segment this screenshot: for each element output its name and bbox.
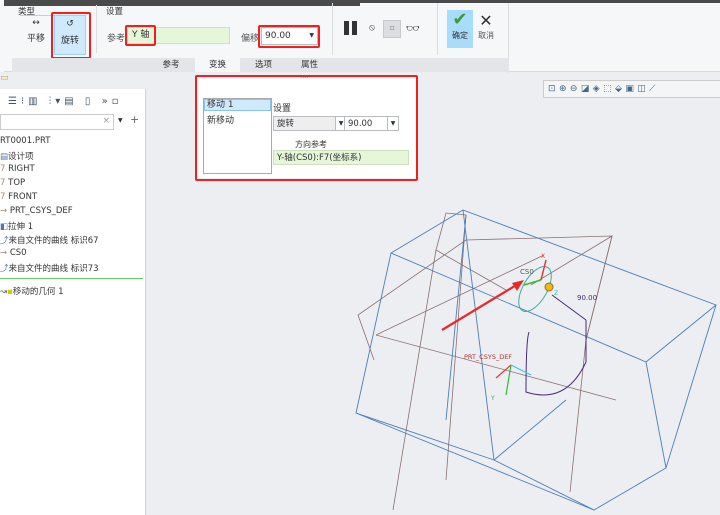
cube-edges	[355, 209, 717, 511]
tree-item-moved-geometry[interactable]: ↝▪移动的几何 1	[0, 285, 64, 297]
datum-plane-icon: 7	[0, 164, 9, 174]
tab-references[interactable]: 参考	[148, 58, 194, 72]
axis-z-label: Z	[554, 290, 558, 297]
tree-label: TOP	[8, 178, 26, 188]
tree-item-prt-csys[interactable]: → PRT_CSYS_DEF	[0, 206, 73, 216]
close-icon: ✕	[479, 11, 493, 30]
pause-button[interactable]	[344, 21, 358, 35]
tree-search-input[interactable]: ×	[0, 114, 114, 130]
tree-item-cs0[interactable]: → CS0	[0, 248, 27, 258]
no-entry-icon: ⦸	[369, 23, 375, 33]
translate-label: 平移	[26, 34, 45, 44]
zoom-in-icon[interactable]: ⊕	[559, 84, 570, 94]
tab-label: 变换	[208, 60, 226, 70]
view-toolbar: ⊡⊕⊖◪◈⬚⬙▣◫⟋	[543, 80, 720, 98]
tab-label: 参考	[162, 60, 180, 70]
ok-label: 确定	[452, 31, 468, 40]
datum-plane-icon: 7	[0, 178, 9, 188]
axis-x-label: X	[541, 253, 545, 260]
repaint-icon[interactable]: ◪	[581, 84, 593, 94]
tab-label: 属性	[300, 60, 318, 70]
tree-item-design-items[interactable]: ▤设计项	[0, 150, 34, 162]
prt-csys-label: PRT_CSYS_DEF	[464, 353, 512, 361]
datum-planes	[357, 212, 617, 511]
angle-dimension[interactable]: 90.00	[577, 294, 597, 302]
section-icon[interactable]: ◫	[637, 84, 649, 94]
tree-label: FRONT	[8, 192, 38, 202]
add-icon[interactable]: +	[130, 113, 139, 126]
filter-dropdown-icon[interactable]: ▼	[118, 117, 123, 124]
display-style-icon[interactable]: ◈	[593, 84, 603, 94]
axis-y-label: Y	[490, 395, 495, 402]
tree-item-curve-67[interactable]: ⤴来自文件的曲线 标识67	[0, 234, 99, 246]
extrude-icon: ◧	[0, 222, 9, 232]
settings-group-label: 设置	[106, 7, 124, 17]
no-preview-button[interactable]: ⦸	[369, 23, 375, 33]
tree-label: 移动的几何 1	[12, 287, 64, 297]
drag-handle-dot[interactable]	[544, 282, 554, 292]
tree-item-right[interactable]: 7 RIGHT	[0, 164, 35, 174]
preview-toggle-button[interactable]: ⌗	[383, 20, 401, 38]
offset-label: 偏移	[241, 34, 260, 44]
curve-icon: ⤴	[0, 236, 9, 246]
tree-item-part[interactable]: RT0001.PRT	[0, 136, 50, 146]
tree-label: 来自文件的曲线 标识67	[8, 236, 99, 246]
datum-display-icon[interactable]: ⟋	[649, 84, 659, 94]
csys-icon: →	[0, 248, 10, 258]
translate-icon: ↔	[32, 18, 40, 28]
highlight-offset	[258, 25, 320, 48]
model-viewport[interactable]: CS0 X Z 90.00 PRT_CSYS_DEF Y	[146, 100, 720, 515]
tab-options[interactable]: 选项	[241, 58, 286, 72]
zoom-out-icon[interactable]: ⊖	[570, 84, 581, 94]
tree-item-front[interactable]: 7 FRONT	[0, 192, 37, 202]
tree-header: ▭	[0, 73, 146, 89]
highlight-reference	[125, 25, 156, 46]
checkmark-icon: ✔	[452, 9, 468, 30]
cancel-button[interactable]: ✕ 取消	[475, 12, 497, 41]
tree-item-curve-73[interactable]: ⤴来自文件的曲线 标识73	[0, 262, 99, 274]
tree-item-extrude[interactable]: ◧拉伸 1	[0, 220, 33, 232]
cancel-label: 取消	[478, 31, 494, 40]
verify-button[interactable]: 👓︎	[406, 22, 420, 35]
zoom-fit-icon[interactable]: ⊡	[548, 84, 559, 94]
tree-toolbar[interactable]: ☰⁝▥ ⫶▾▤ ▯ »▫	[8, 96, 123, 107]
tree-label: 来自文件的曲线 标识73	[8, 264, 99, 274]
tree-label: RT0001.PRT	[0, 136, 51, 146]
saved-view-icon[interactable]: ⬚	[603, 84, 615, 94]
arrow-head-icon	[512, 280, 524, 291]
tab-properties[interactable]: 属性	[287, 58, 332, 72]
folder-icon: ▭	[0, 73, 9, 83]
cs0-label: CS0	[520, 268, 534, 276]
tab-transform[interactable]: 变换	[195, 58, 240, 72]
glasses-icon: 👓︎	[406, 22, 420, 35]
tree-label: PRT_CSYS_DEF	[9, 206, 73, 216]
tree-item-top[interactable]: 7 TOP	[0, 178, 25, 188]
tree-label: 拉伸 1	[8, 222, 34, 232]
csys-icon: →	[0, 206, 10, 216]
curve-icon: ⤴	[0, 264, 9, 274]
design-items-icon: ▤	[0, 152, 9, 162]
mesh-icon: ⌗	[389, 24, 395, 34]
highlight-rotate	[51, 12, 91, 59]
tree-label: RIGHT	[8, 164, 35, 174]
clear-icon: ×	[102, 116, 110, 126]
tree-label: CS0	[9, 248, 27, 258]
tree-label: 设计项	[8, 152, 34, 162]
insert-indicator[interactable]	[0, 278, 143, 279]
datum-plane-icon: 7	[0, 192, 9, 202]
translate-button[interactable]: ↔ 平移	[24, 18, 48, 48]
snapshot-icon[interactable]: ▣	[625, 84, 637, 94]
pause-icon	[344, 21, 349, 35]
ok-button[interactable]: ✔ 确定	[447, 10, 473, 48]
orient-icon[interactable]: ⬙	[615, 84, 625, 94]
tab-label: 选项	[254, 60, 272, 70]
